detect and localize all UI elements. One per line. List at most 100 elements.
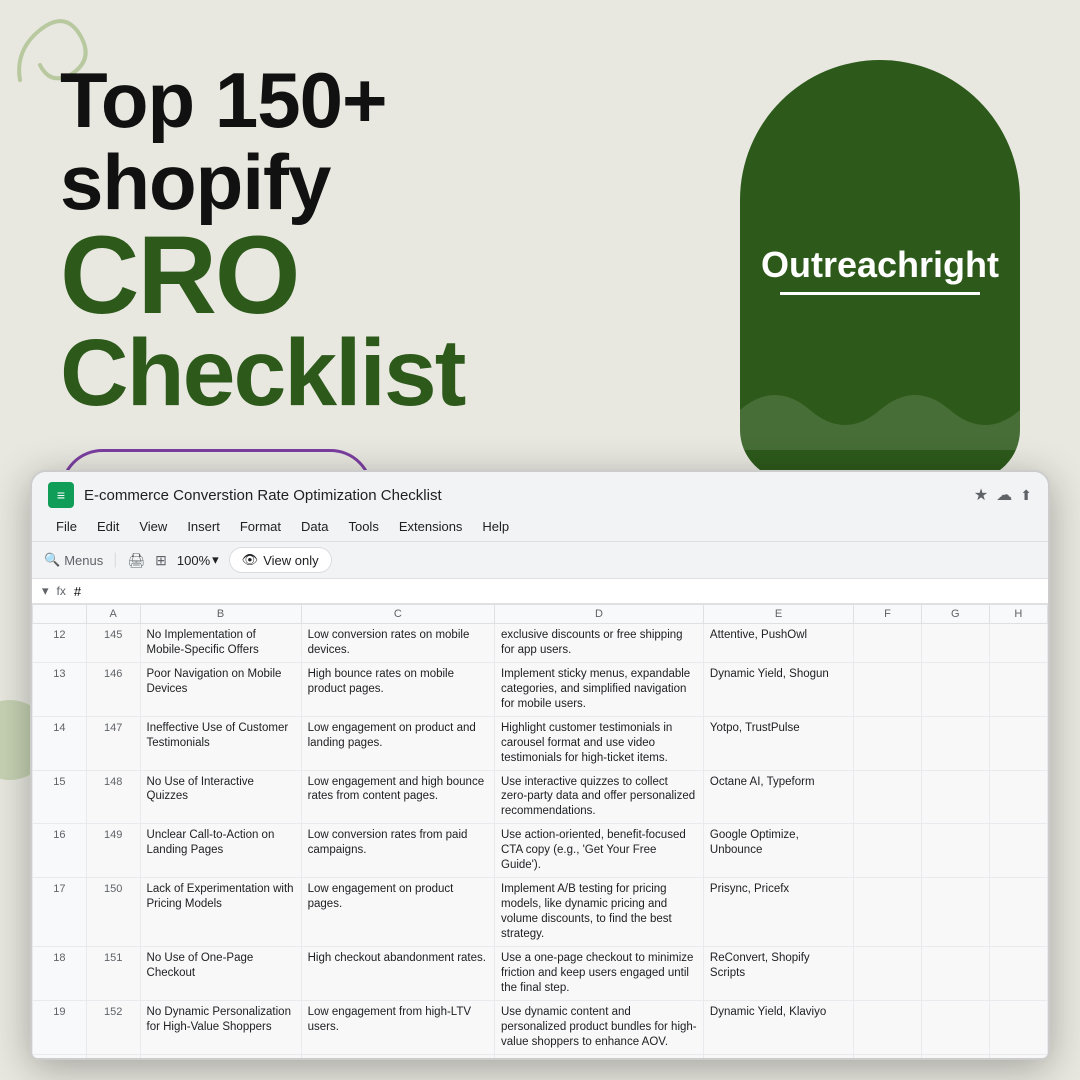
- headline-area: Top 150+ shopify CRO Checklist Free Acce…: [60, 60, 610, 534]
- row-number: 15: [33, 770, 87, 824]
- headline-line1: Top 150+: [60, 60, 610, 142]
- cell-f: [854, 1054, 922, 1060]
- col-header-g: G: [921, 605, 989, 624]
- row-number: 18: [33, 946, 87, 1000]
- cell-h: [989, 878, 1047, 947]
- col-header-e: E: [703, 605, 853, 624]
- cell-b: Poor Navigation on Mobile Devices: [140, 662, 301, 716]
- cell-d: Implement sticky menus, expandable categ…: [495, 662, 704, 716]
- cell-g: [921, 946, 989, 1000]
- toolbar-divider: |: [113, 551, 117, 569]
- menu-edit[interactable]: Edit: [89, 516, 127, 537]
- row-number: 20: [33, 1054, 87, 1060]
- cell-a: 146: [86, 662, 140, 716]
- cell-g: [921, 662, 989, 716]
- formula-value: #: [74, 584, 81, 599]
- chevron-down-icon: ▾: [212, 552, 219, 568]
- col-header-c: C: [301, 605, 494, 624]
- cell-g: [921, 1054, 989, 1060]
- column-header-row: A B C D E F G H: [33, 605, 1048, 624]
- cell-c: Low engagement and high bounce rates fro…: [301, 770, 494, 824]
- menu-bar: File Edit View Insert Format Data Tools …: [48, 512, 1032, 541]
- print-icon[interactable]: 🖨: [127, 552, 145, 569]
- cell-h: [989, 716, 1047, 770]
- star-icon[interactable]: ★: [974, 485, 988, 505]
- cell-d: Use dynamic content and personalized pro…: [495, 1000, 704, 1054]
- menu-file[interactable]: File: [48, 516, 85, 537]
- cell-h: [989, 624, 1047, 663]
- cell-e: Google Optimize, Unbounce: [703, 824, 853, 878]
- cell-d: Use action-oriented, benefit-focused CTA…: [495, 824, 704, 878]
- title-icons: ★ ☁ ⬆: [974, 485, 1032, 505]
- spreadsheet-mockup: ≡ E-commerce Converstion Rate Optimizati…: [30, 470, 1050, 1060]
- cell-f: [854, 946, 922, 1000]
- row-number: 13: [33, 662, 87, 716]
- cell-f: [854, 770, 922, 824]
- brand-name: Outreachright: [761, 245, 999, 285]
- cell-h: [989, 1000, 1047, 1054]
- cell-b: Ineffective Use of Customer Testimonials: [140, 716, 301, 770]
- table-row: 13 146 Poor Navigation on Mobile Devices…: [33, 662, 1048, 716]
- menu-data[interactable]: Data: [293, 516, 336, 537]
- menu-view[interactable]: View: [131, 516, 175, 537]
- cell-e: Attentive, PushOwl: [703, 624, 853, 663]
- chevron-icon: ▾: [42, 583, 49, 599]
- view-only-badge: 👁 View only: [229, 547, 332, 573]
- arch-wave-icon: [740, 370, 1020, 450]
- cell-d: Highlight customer testimonials in carou…: [495, 716, 704, 770]
- cell-b: No Implementation of Mobile-Specific Off…: [140, 624, 301, 663]
- menu-tools[interactable]: Tools: [340, 516, 386, 537]
- table-row: 16 149 Unclear Call-to-Action on Landing…: [33, 824, 1048, 878]
- toolbar-search: 🔍 Menus: [44, 552, 103, 568]
- menu-extensions[interactable]: Extensions: [391, 516, 471, 537]
- cell-d: Create dedicated landing pages with targ…: [495, 1054, 704, 1060]
- row-number: 19: [33, 1000, 87, 1054]
- cell-f: [854, 716, 922, 770]
- cell-e: Unbounce, Instapage: [703, 1054, 853, 1060]
- cell-a: 147: [86, 716, 140, 770]
- cell-g: [921, 878, 989, 947]
- headline-line4: Checklist: [60, 328, 610, 418]
- menu-insert[interactable]: Insert: [179, 516, 228, 537]
- cell-e: Dynamic Yield, Shogun: [703, 662, 853, 716]
- cell-c: Low engagement from high-LTV users.: [301, 1000, 494, 1054]
- cell-a: 150: [86, 878, 140, 947]
- headline-line2: shopify: [60, 142, 610, 224]
- page-container: Outreachright Top 150+ shopify CRO Check…: [0, 0, 1080, 1080]
- cell-g: [921, 624, 989, 663]
- cell-e: Yotpo, TrustPulse: [703, 716, 853, 770]
- format-icon[interactable]: ⊞: [155, 552, 167, 569]
- cell-b: No Use of Interactive Quizzes: [140, 770, 301, 824]
- col-header-b: B: [140, 605, 301, 624]
- cloud-icon: ☁: [996, 485, 1012, 505]
- cell-d: Use interactive quizzes to collect zero-…: [495, 770, 704, 824]
- cell-ref: fx: [57, 584, 66, 598]
- zoom-control[interactable]: 100% ▾: [177, 552, 219, 568]
- cell-b: Low Performance from Paid Search Traffic: [140, 1054, 301, 1060]
- cell-b: No Use of One-Page Checkout: [140, 946, 301, 1000]
- menu-help[interactable]: Help: [474, 516, 517, 537]
- cell-b: No Dynamic Personalization for High-Valu…: [140, 1000, 301, 1054]
- row-number: 14: [33, 716, 87, 770]
- cell-e: Dynamic Yield, Klaviyo: [703, 1000, 853, 1054]
- col-header-a: A: [86, 605, 140, 624]
- cell-e: ReConvert, Shopify Scripts: [703, 946, 853, 1000]
- search-icon: 🔍: [44, 552, 60, 568]
- table-row: 19 152 No Dynamic Personalization for Hi…: [33, 1000, 1048, 1054]
- sheets-icon: ≡: [48, 482, 74, 508]
- share-icon: ⬆: [1020, 487, 1032, 504]
- cell-c: High checkout abandonment rates.: [301, 946, 494, 1000]
- cell-a: 152: [86, 1000, 140, 1054]
- cell-f: [854, 878, 922, 947]
- cell-c: High bounce rates from Google Ads campai…: [301, 1054, 494, 1060]
- cell-h: [989, 1054, 1047, 1060]
- cell-b: Lack of Experimentation with Pricing Mod…: [140, 878, 301, 947]
- cell-f: [854, 624, 922, 663]
- cell-e: Octane AI, Typeform: [703, 770, 853, 824]
- cell-h: [989, 946, 1047, 1000]
- menu-format[interactable]: Format: [232, 516, 289, 537]
- cell-g: [921, 1000, 989, 1054]
- col-header-d: D: [495, 605, 704, 624]
- row-number: 16: [33, 824, 87, 878]
- cell-f: [854, 824, 922, 878]
